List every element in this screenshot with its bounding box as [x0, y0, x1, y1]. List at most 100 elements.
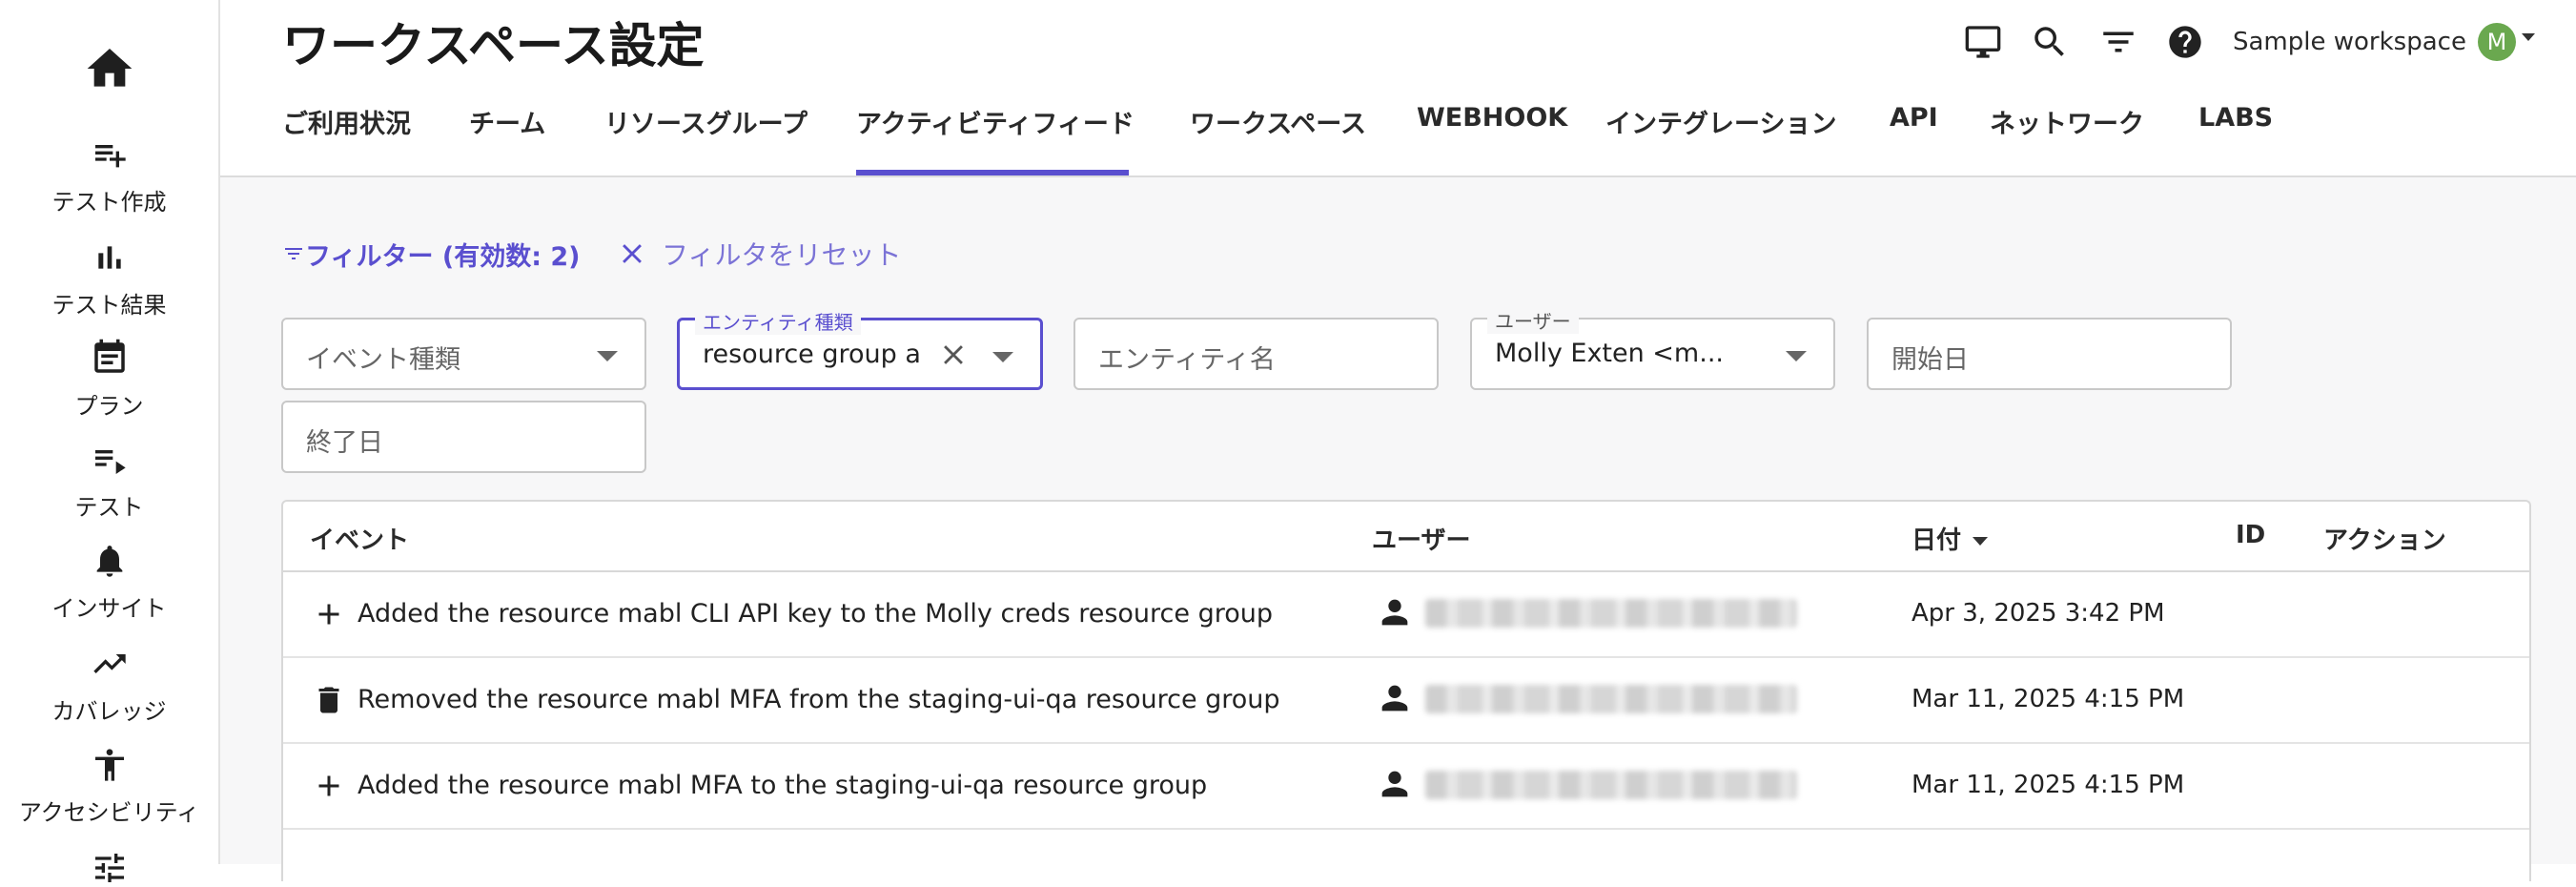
plus-icon [312, 769, 346, 803]
column-event: イベント [310, 521, 409, 556]
chevron-down-icon [992, 352, 1013, 362]
help-icon [2166, 23, 2204, 61]
accessibility-icon [91, 746, 129, 784]
tab-team[interactable]: チーム [469, 103, 604, 175]
chevron-down-icon [597, 351, 618, 361]
start-date-placeholder: 開始日 [1891, 339, 1969, 376]
bar-chart-icon [91, 238, 129, 277]
user-redacted [1425, 685, 1797, 713]
table-row[interactable]: Added the resource mabl MFA to the stagi… [283, 744, 2529, 830]
tab-resource-groups[interactable]: リソースグループ [604, 103, 856, 175]
person-icon [1376, 593, 1414, 631]
search-button[interactable] [2029, 21, 2071, 63]
start-date-input[interactable]: 開始日 [1867, 318, 2232, 390]
event-date: Apr 3, 2025 3:42 PM [1912, 599, 2165, 628]
table-header: イベント ユーザー 日付 ID アクション [283, 502, 2529, 572]
event-date: Mar 11, 2025 4:15 PM [1912, 771, 2184, 799]
entity-name-placeholder: エンティティ名 [1098, 339, 1276, 376]
trash-icon [312, 683, 346, 717]
sidebar-item-more[interactable] [0, 849, 218, 887]
search-icon [2030, 22, 2070, 62]
sort-desc-icon [1973, 537, 1988, 546]
filter-toggle-label: フィルター (有効数: 2) [305, 236, 581, 273]
person-icon [1376, 679, 1414, 717]
avatar: M [2478, 23, 2516, 61]
column-date-sort[interactable]: 日付 [1912, 521, 1988, 556]
user-redacted [1425, 599, 1797, 628]
entity-type-label: エンティティ種類 [695, 307, 861, 335]
reset-filters-button[interactable]: フィルタをリセット [616, 235, 901, 273]
sidebar-item-home[interactable] [0, 42, 218, 95]
user-select[interactable]: ユーザー Molly Exten <m... [1470, 318, 1835, 390]
sidebar-item-insights[interactable]: インサイト [0, 542, 218, 623]
close-icon [616, 237, 648, 270]
person-icon [1376, 765, 1414, 803]
playlist-play-icon [91, 441, 129, 479]
activity-table: イベント ユーザー 日付 ID アクション Added the resource… [281, 500, 2531, 881]
page-title: ワークスペース設定 [282, 8, 705, 76]
tab-integrations[interactable]: インテグレーション [1605, 103, 1890, 175]
end-date-input[interactable]: 終了日 [281, 401, 646, 473]
sidebar-item-accessibility[interactable]: アクセシビリティ [0, 746, 218, 827]
sidebar-item-label: インサイト [0, 589, 218, 623]
table-row[interactable]: Removed the resource mabl MFA from the s… [283, 658, 2529, 744]
column-user: ユーザー [1372, 521, 1470, 556]
entity-type-select[interactable]: エンティティ種類 resource group a [677, 318, 1043, 390]
filter-list-icon [2098, 22, 2138, 62]
column-date-label: 日付 [1912, 526, 1961, 555]
end-date-placeholder: 終了日 [306, 422, 383, 459]
sidebar-item-tests[interactable]: テスト [0, 441, 218, 522]
entity-type-value: resource group a [703, 340, 922, 369]
monitor-icon [1964, 23, 2002, 61]
column-action: アクション [2323, 521, 2446, 556]
tab-network[interactable]: ネットワーク [1990, 103, 2198, 175]
sidebar-item-label: カバレッジ [0, 692, 218, 726]
event-type-placeholder: イベント種類 [306, 339, 460, 376]
sidebar-item-test-results[interactable]: テスト結果 [0, 238, 218, 320]
sidebar-item-label: テスト [0, 488, 218, 522]
sidebar-item-plans[interactable]: プラン [0, 338, 218, 421]
monitor-button[interactable] [1962, 21, 2004, 63]
tab-workspace[interactable]: ワークスペース [1190, 103, 1417, 175]
playlist-add-icon [91, 135, 129, 174]
tab-webhook[interactable]: WEBHOOK [1417, 103, 1605, 175]
user-value: Molly Exten <m... [1495, 339, 1762, 368]
event-type-select[interactable]: イベント種類 [281, 318, 646, 390]
column-id: ID [2236, 521, 2265, 549]
bell-icon [91, 542, 129, 580]
event-text: Added the resource mabl MFA to the stagi… [358, 771, 1207, 800]
tab-api[interactable]: API [1890, 103, 1990, 175]
filter-list-icon [282, 242, 305, 265]
event-date: Mar 11, 2025 4:15 PM [1912, 685, 2184, 713]
sidebar: テスト作成 テスト結果 プラン テスト インサイト カバレッジ アクセシビリティ [0, 0, 220, 864]
calendar-icon [90, 338, 130, 378]
table-row[interactable]: Added the resource mabl CLI API key to t… [283, 572, 2529, 658]
filter-button[interactable] [2097, 21, 2139, 63]
event-text: Added the resource mabl CLI API key to t… [358, 599, 1273, 629]
entity-name-input[interactable]: エンティティ名 [1073, 318, 1439, 390]
sidebar-item-label: テスト結果 [0, 286, 218, 320]
sidebar-item-label: プラン [0, 387, 218, 421]
sidebar-item-create-test[interactable]: テスト作成 [0, 135, 218, 217]
settings-list-icon [91, 849, 129, 887]
sidebar-item-coverage[interactable]: カバレッジ [0, 645, 218, 726]
home-icon [83, 42, 136, 95]
tab-usage[interactable]: ご利用状況 [282, 103, 469, 175]
plus-icon [312, 597, 346, 631]
help-button[interactable] [2164, 21, 2206, 63]
event-text: Removed the resource mabl MFA from the s… [358, 685, 1280, 714]
chevron-down-icon [1786, 351, 1807, 361]
clear-icon[interactable] [937, 339, 970, 371]
trending-up-icon [91, 645, 129, 683]
user-redacted [1425, 771, 1797, 799]
user-label: ユーザー [1487, 306, 1579, 334]
tab-labs[interactable]: LABS [2198, 103, 2294, 175]
filter-toggle-button[interactable]: フィルター (有効数: 2) [282, 235, 581, 273]
workspace-switcher[interactable]: Sample workspace M [2233, 21, 2535, 63]
reset-filters-label: フィルタをリセット [662, 235, 901, 273]
sidebar-item-label: アクセシビリティ [0, 794, 218, 827]
caret-down-icon [2522, 33, 2535, 41]
tab-activity-feed[interactable]: アクティビティフィード [856, 103, 1129, 175]
sidebar-item-label: テスト作成 [0, 183, 218, 217]
workspace-name: Sample workspace [2233, 28, 2466, 56]
